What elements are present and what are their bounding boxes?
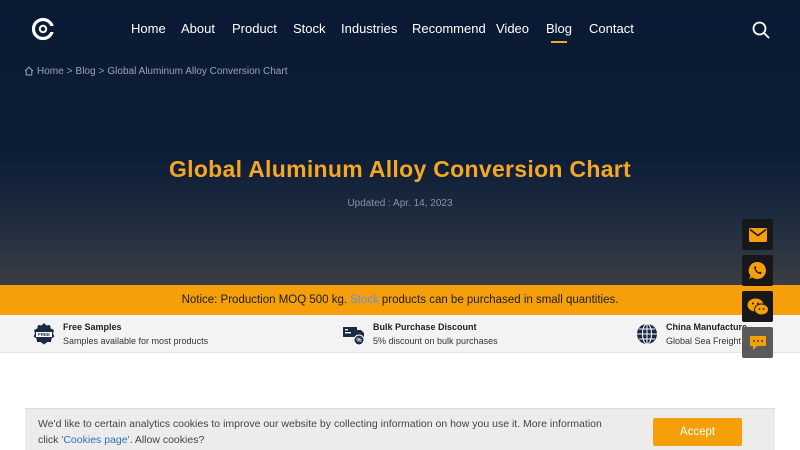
nav-blog[interactable]: Blog: [546, 21, 572, 37]
page-title: Global Aluminum Alloy Conversion Chart: [168, 156, 632, 182]
nav-product[interactable]: Product: [232, 21, 277, 37]
breadcrumb: Home > Blog > Global Aluminum Alloy Conv…: [24, 64, 287, 78]
whatsapp-icon: [748, 261, 766, 280]
notice-prefix: Notice: Production MOQ 500 kg.: [181, 294, 348, 306]
email-icon: [748, 227, 767, 242]
nav-home[interactable]: Home: [131, 21, 166, 37]
notice-bar: Notice: Production MOQ 500 kg. Stock pro…: [0, 285, 800, 315]
hero-banner: Home About Product Stock Industries Reco…: [0, 0, 800, 285]
nav-video[interactable]: Video: [496, 21, 529, 37]
notice-suffix: products can be purchased in small quant…: [381, 294, 619, 306]
nav-contact[interactable]: Contact: [589, 21, 634, 37]
breadcrumb-blog[interactable]: Blog: [76, 66, 96, 77]
feature-title: Free Samples: [63, 322, 122, 332]
svg-text:FREE: FREE: [38, 332, 50, 337]
cookie-message: We'd like to certain analytics cookies t…: [38, 416, 618, 448]
cookies-page-link[interactable]: 'Cookies page': [61, 434, 129, 446]
features-bar: FREE Free Samples Samples available for …: [0, 315, 800, 353]
float-message-button[interactable]: [742, 327, 773, 358]
accept-cookies-button[interactable]: Accept: [653, 418, 742, 446]
feature-subtitle: 5% discount on bulk purchases: [373, 336, 498, 346]
feature-title: China Manufacture: [666, 322, 748, 332]
nav-recommend[interactable]: Recommend: [412, 21, 486, 37]
svg-text:%: %: [356, 338, 362, 344]
globe-icon: [637, 323, 657, 345]
nav-stock[interactable]: Stock: [293, 21, 326, 37]
float-wechat-button[interactable]: [742, 291, 773, 322]
breadcrumb-separator: >: [66, 65, 73, 77]
cookie-question: . Allow cookies?: [129, 434, 205, 446]
breadcrumb-home[interactable]: Home: [37, 66, 64, 77]
cookie-banner: We'd like to certain analytics cookies t…: [25, 408, 775, 450]
nav-about[interactable]: About: [181, 21, 215, 37]
updated-date: Updated : Apr. 14, 2023: [347, 198, 453, 209]
message-icon: [749, 335, 766, 350]
search-icon[interactable]: [751, 20, 771, 40]
wechat-icon: [747, 298, 769, 315]
breadcrumb-current: Global Aluminum Alloy Conversion Chart: [107, 65, 288, 77]
home-icon: [24, 66, 34, 76]
notice-stock-link[interactable]: Stock: [350, 294, 379, 306]
discount-truck-icon: %: [343, 327, 365, 346]
main-nav: Home About Product Stock Industries Reco…: [0, 21, 800, 41]
feature-title: Bulk Purchase Discount: [373, 322, 477, 332]
free-badge-icon: FREE: [33, 323, 55, 345]
float-whatsapp-button[interactable]: [742, 255, 773, 286]
feature-subtitle: Samples available for most products: [63, 336, 209, 346]
nav-industries[interactable]: Industries: [341, 21, 397, 37]
breadcrumb-separator: >: [98, 65, 105, 77]
float-email-button[interactable]: [742, 219, 773, 250]
